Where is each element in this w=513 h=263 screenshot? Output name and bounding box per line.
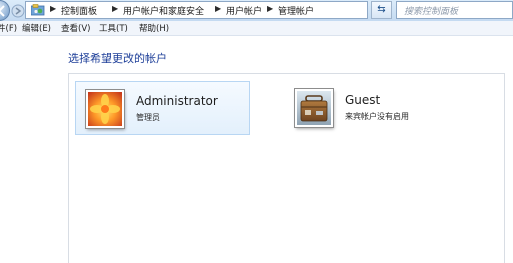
- account-tile-guest[interactable]: Guest 来宾帐户没有启用: [285, 81, 460, 135]
- menu-view[interactable]: 查看(V): [61, 22, 90, 34]
- breadcrumb-separator[interactable]: ▶: [50, 4, 56, 13]
- back-button[interactable]: [0, 0, 10, 21]
- page-title: 选择希望更改的帐户: [68, 52, 167, 65]
- breadcrumb-manage-accounts[interactable]: 管理帐户: [278, 4, 314, 17]
- account-type: 管理员: [136, 113, 160, 122]
- menu-help[interactable]: 帮助(H): [139, 22, 169, 34]
- forward-button[interactable]: [11, 4, 26, 18]
- search-placeholder: 搜索控制面板: [404, 7, 459, 17]
- menu-edit[interactable]: 编辑(E): [22, 22, 51, 34]
- breadcrumb-user-accounts-family[interactable]: 用户帐户和家庭安全: [123, 4, 204, 17]
- back-arrow-icon: [0, 5, 5, 17]
- menu-tools[interactable]: 工具(T): [99, 22, 128, 34]
- suitcase-avatar-icon: [295, 89, 333, 127]
- breadcrumb-separator[interactable]: ▶: [215, 4, 221, 13]
- breadcrumb-separator[interactable]: ▶: [267, 4, 273, 13]
- refresh-icon: ⇆: [377, 4, 386, 15]
- control-panel-icon: [31, 4, 45, 16]
- account-status: 来宾帐户没有启用: [345, 112, 409, 121]
- account-name: Guest: [345, 93, 381, 107]
- refresh-button[interactable]: ⇆: [371, 1, 392, 19]
- breadcrumb-control-panel[interactable]: 控制面板: [61, 4, 97, 17]
- account-name: Administrator: [136, 94, 218, 108]
- address-bar: ▶ 控制面板 ▶ 用户帐户和家庭安全 ▶ 用户帐户 ▶ 管理帐户 ▼ ⇆ 搜索控…: [0, 0, 513, 22]
- flower-avatar-icon: [86, 90, 124, 128]
- search-input[interactable]: 搜索控制面板: [396, 1, 513, 19]
- account-tile-administrator[interactable]: Administrator 管理员: [75, 81, 250, 135]
- breadcrumb-user-accounts[interactable]: 用户帐户: [226, 4, 262, 17]
- menu-file[interactable]: 件(F): [0, 22, 17, 34]
- breadcrumb[interactable]: ▶ 控制面板 ▶ 用户帐户和家庭安全 ▶ 用户帐户 ▶ 管理帐户 ▼: [25, 1, 385, 19]
- breadcrumb-separator[interactable]: ▶: [112, 4, 118, 13]
- menu-bar: 件(F) 编辑(E) 查看(V) 工具(T) 帮助(H): [0, 21, 513, 36]
